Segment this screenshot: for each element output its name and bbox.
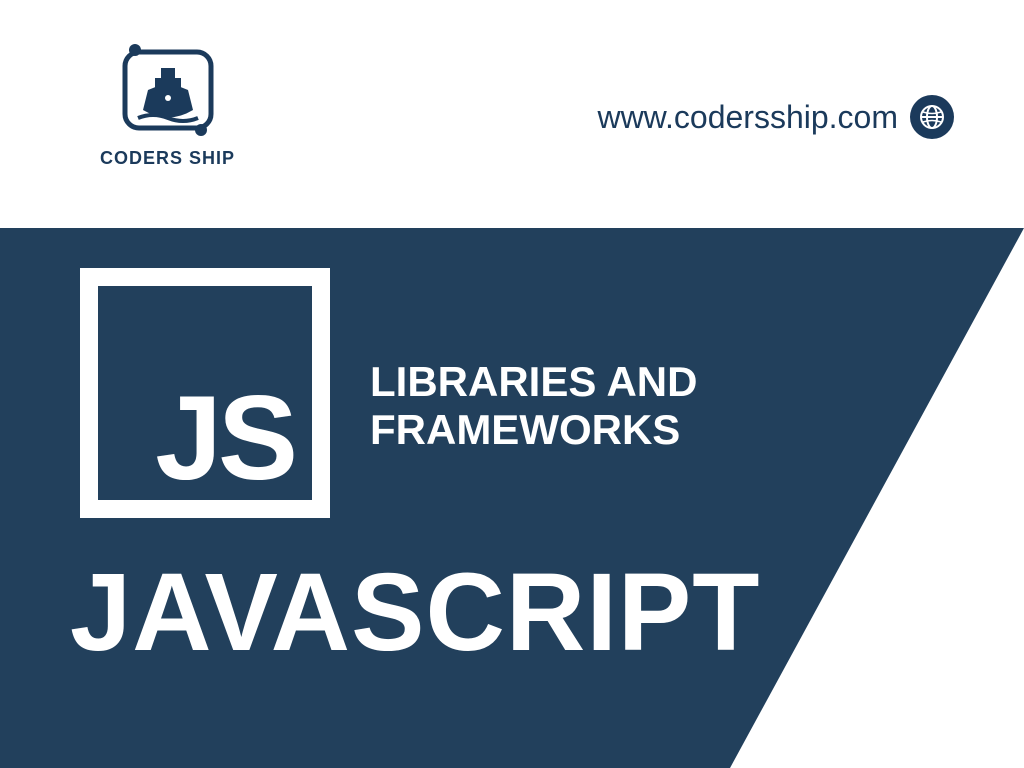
website-url-block: www.codersship.com [597,95,954,139]
hero-subtitle: LIBRARIES AND FRAMEWORKS [370,358,697,455]
js-logo-box: JS [80,268,330,518]
js-logo-letters: JS [155,378,294,498]
website-url: www.codersship.com [597,99,898,136]
subtitle-line-2: FRAMEWORKS [370,406,697,454]
header-bar: CODERS SHIP www.codersship.com [0,0,1024,230]
brand-name: CODERS SHIP [100,148,235,169]
brand-logo-block: CODERS SHIP [100,40,235,169]
subtitle-line-1: LIBRARIES AND [370,358,697,406]
hero-panel: JS LIBRARIES AND FRAMEWORKS JAVASCRIPT [0,228,1024,768]
hero-title: JAVASCRIPT [70,558,760,668]
ship-logo-icon [113,40,223,140]
globe-icon [910,95,954,139]
